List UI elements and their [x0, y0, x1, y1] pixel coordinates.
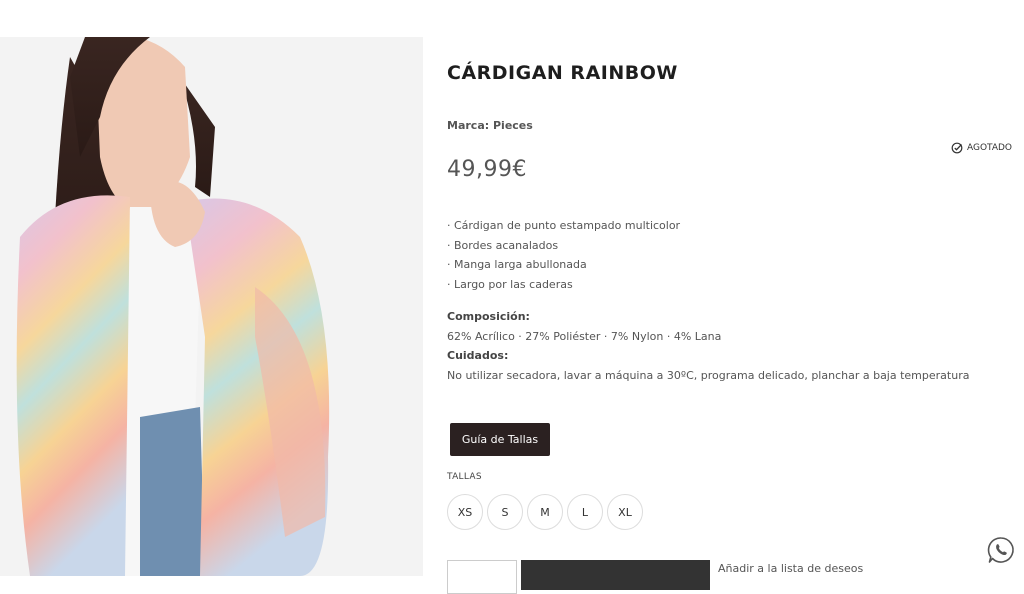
sizes-label: TALLAS	[447, 472, 482, 482]
product-image[interactable]	[0, 37, 423, 576]
size-guide-button[interactable]: Guía de Tallas	[450, 423, 550, 456]
brand-name: Pieces	[492, 119, 533, 132]
size-option-xl[interactable]: XL	[607, 494, 643, 530]
product-brand: Marca: Pieces	[447, 119, 533, 132]
size-option-m[interactable]: M	[527, 494, 563, 530]
size-option-l[interactable]: L	[567, 494, 603, 530]
wishlist-link[interactable]: Añadir a la lista de deseos	[718, 562, 863, 575]
brand-label: Marca:	[447, 119, 490, 132]
quantity-input[interactable]	[447, 560, 517, 594]
add-to-cart-button[interactable]	[521, 560, 710, 590]
size-option-xs[interactable]: XS	[447, 494, 483, 530]
feature-item: · Manga larga abullonada	[447, 258, 587, 272]
composition-text: 62% Acrílico · 27% Poliéster · 7% Nylon …	[447, 330, 722, 343]
feature-item: · Cárdigan de punto estampado multicolor	[447, 219, 681, 232]
feature-item: · Largo por las caderas	[447, 277, 573, 291]
product-photo	[0, 37, 423, 576]
care-label: Cuidados:	[447, 349, 509, 362]
whatsapp-button[interactable]	[986, 535, 1016, 565]
product-title: CÁRDIGAN RAINBOW	[447, 62, 678, 84]
care-text: No utilizar secadora, lavar a máquina a …	[447, 369, 970, 382]
stock-status-label: AGOTADO	[966, 143, 1012, 153]
product-price: 49,99€	[447, 157, 527, 182]
stock-status: AGOTADO	[951, 142, 1012, 154]
composition-label: Composición:	[447, 310, 530, 323]
feature-list: · Cárdigan de punto estampado multicolor…	[447, 218, 680, 296]
feature-item: · Bordes acanalados	[447, 238, 559, 252]
size-selector: XS S M L XL	[447, 494, 643, 530]
check-circle-icon	[951, 142, 963, 154]
whatsapp-icon	[987, 537, 1014, 563]
size-option-s[interactable]: S	[487, 494, 523, 530]
